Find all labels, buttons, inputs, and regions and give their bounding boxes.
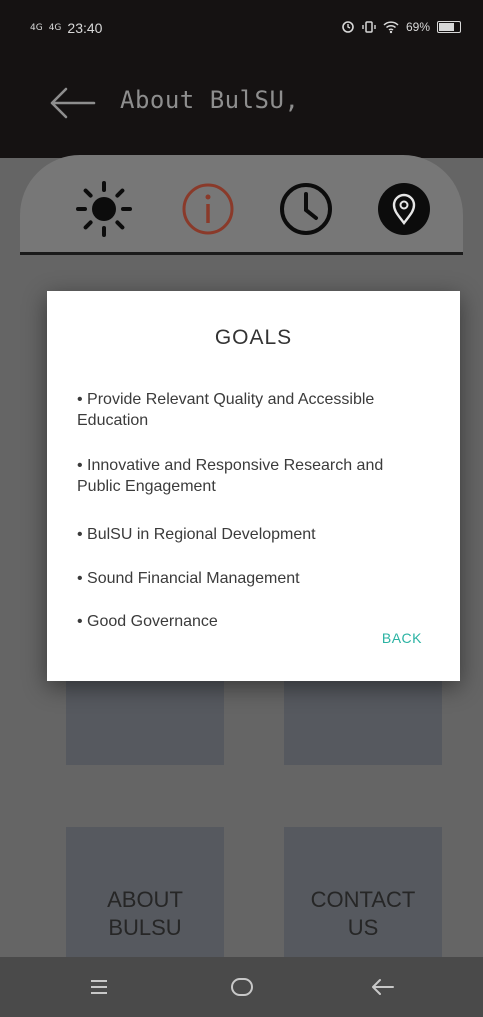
back-nav-icon[interactable] <box>363 971 403 1003</box>
status-bar: 4G 4G 23:40 69% <box>0 0 483 58</box>
menu-icon[interactable] <box>79 971 119 1003</box>
app-bar: About BulSU, <box>0 58 483 158</box>
alarm-icon <box>342 21 354 33</box>
back-arrow-icon[interactable] <box>48 83 96 123</box>
signal-indicator-1: 4G <box>30 22 43 33</box>
location-icon[interactable] <box>376 181 432 237</box>
goal-5-line-1: • Good Governance <box>77 613 218 630</box>
goals-dialog: GOALS • Provide Relevant Quality and Acc… <box>47 291 460 681</box>
system-nav-bar <box>0 957 483 1017</box>
info-icon[interactable] <box>180 181 236 237</box>
status-left: 4G 4G 23:40 <box>30 20 102 36</box>
home-icon[interactable] <box>222 971 262 1003</box>
screen: 4G 4G 23:40 69% About BulSU, ABOUT BULSU… <box>0 0 483 1017</box>
about-tile-line-2: BULSU <box>108 915 182 940</box>
contact-us-tile[interactable]: CONTACT US <box>284 827 442 962</box>
goal-2-line-2: Public Engagement <box>77 478 216 495</box>
about-bulsu-tile[interactable]: ABOUT BULSU <box>66 827 224 962</box>
goal-item: • Innovative and Responsive Research and… <box>77 455 437 497</box>
contact-tile-line-2: US <box>347 915 379 940</box>
goal-item: • Sound Financial Management <box>77 568 437 589</box>
goal-1-line-1: • Provide Relevant Quality and Accessibl… <box>77 391 375 408</box>
goal-item: • Provide Relevant Quality and Accessibl… <box>77 389 437 431</box>
sun-icon[interactable] <box>76 181 132 237</box>
vibrate-icon <box>362 21 376 33</box>
clock-icon[interactable] <box>278 181 334 237</box>
wifi-icon <box>383 21 399 34</box>
contact-tile-line-1: CONTACT <box>310 887 416 912</box>
goal-item: • Good Governance <box>77 611 437 632</box>
status-right: 69% <box>341 20 461 34</box>
goal-2-line-1: • Innovative and Responsive Research and <box>77 457 384 474</box>
signal-indicator-2: 4G <box>48 22 62 33</box>
battery-icon <box>437 21 461 33</box>
icon-tab-bar <box>20 155 463 255</box>
goal-3-line-1: • BulSU in Regional Development <box>77 526 316 543</box>
about-tile-line-1: ABOUT <box>107 887 183 912</box>
goal-1-line-2: Education <box>77 412 149 429</box>
battery-percent: 69% <box>405 20 430 34</box>
status-time: 23:40 <box>67 20 103 36</box>
back-button[interactable]: BACK <box>382 630 422 646</box>
page-title: About BulSU, <box>120 86 300 114</box>
goal-4-line-1: • Sound Financial Management <box>77 570 300 587</box>
goal-item: • BulSU in Regional Development <box>77 524 437 545</box>
dialog-title: GOALS <box>214 326 293 349</box>
